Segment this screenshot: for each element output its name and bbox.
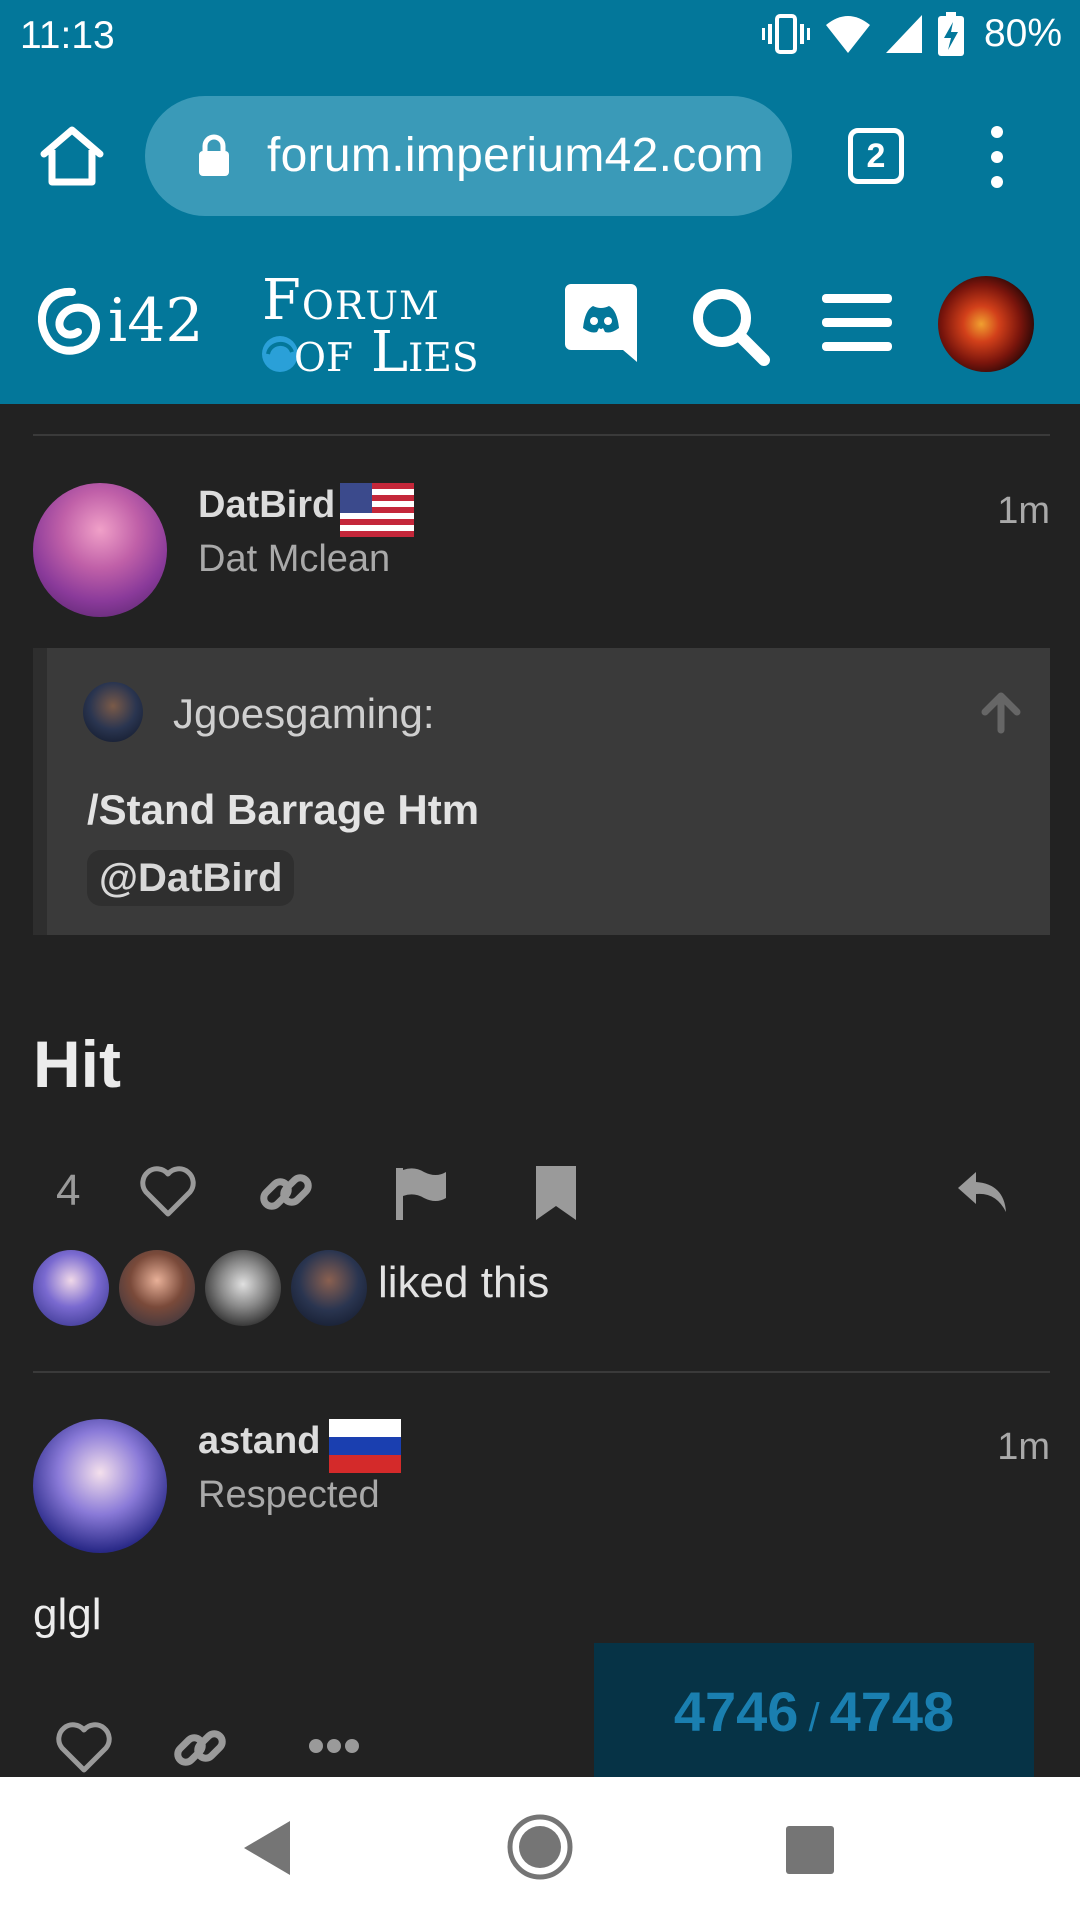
post-username[interactable]: DatBird: [198, 484, 335, 527]
wifi-icon: [825, 16, 870, 53]
i42-swirl-icon: [38, 287, 100, 355]
topic-progress[interactable]: 4746/4748: [594, 1643, 1034, 1777]
logo-line-2: of Lies: [294, 320, 479, 385]
post-divider: [33, 434, 1050, 436]
battery-level: 80%: [983, 12, 1062, 55]
post-body: Hit: [33, 1027, 121, 1101]
url-bar[interactable]: forum.imperium42.com: [145, 96, 792, 216]
quote-block: Jgoesgaming: /Stand Barrage Htm @DatBird: [33, 648, 1050, 935]
overflow-menu-icon[interactable]: [982, 124, 1012, 190]
vibrate-icon: [761, 14, 810, 54]
status-bar: 11:13 80%: [0, 0, 1080, 72]
tab-switcher-button[interactable]: 2: [848, 128, 904, 184]
post-author-avatar[interactable]: [33, 1419, 167, 1553]
system-nav-bar: [0, 1777, 1080, 1920]
ru-flag-icon: [329, 1419, 401, 1473]
heart-icon[interactable]: [140, 1166, 196, 1218]
bookmark-icon[interactable]: [536, 1166, 576, 1220]
home-icon[interactable]: [38, 122, 106, 190]
link-icon[interactable]: [172, 1720, 228, 1776]
quote-text: /Stand Barrage Htm: [87, 786, 480, 833]
menu-icon[interactable]: [822, 292, 892, 352]
quote-author-avatar: [83, 682, 143, 742]
discord-icon[interactable]: [565, 284, 637, 362]
progress-current: 4746: [673, 1680, 799, 1743]
quote-username: Jgoesgaming:: [173, 690, 435, 737]
search-icon[interactable]: [688, 284, 772, 368]
forum-of-lies-logo[interactable]: Forum of Lies: [258, 264, 493, 385]
i42-logo-text: i42: [108, 286, 204, 356]
lock-icon: [199, 134, 229, 176]
more-icon[interactable]: [308, 1736, 360, 1756]
post-username[interactable]: astand: [198, 1420, 320, 1463]
progress-text: 4746/4748: [594, 1679, 1034, 1744]
progress-separator: /: [808, 1696, 820, 1740]
post-author-avatar[interactable]: [33, 483, 167, 617]
recent-apps-icon[interactable]: [786, 1826, 834, 1874]
link-icon[interactable]: [258, 1164, 314, 1220]
post-user-title: Respected: [198, 1474, 380, 1516]
home-nav-icon[interactable]: [506, 1813, 574, 1881]
liker-avatar[interactable]: [119, 1250, 195, 1326]
forum-header: i42 Forum of Lies: [0, 240, 1080, 404]
status-icons: 80%: [761, 12, 1062, 56]
arrow-up-icon[interactable]: [979, 690, 1023, 734]
post-time[interactable]: 1m: [997, 1426, 1050, 1469]
liker-avatar[interactable]: [205, 1250, 281, 1326]
post-divider: [33, 1371, 1050, 1373]
heart-icon[interactable]: [56, 1722, 112, 1774]
progress-total: 4748: [829, 1680, 955, 1743]
post-user-title: Dat Mclean: [198, 538, 391, 580]
post-body: glgl: [33, 1590, 102, 1639]
reply-icon[interactable]: [954, 1168, 1010, 1216]
status-time: 11:13: [20, 14, 115, 57]
battery-charging-icon: [937, 12, 964, 56]
like-count[interactable]: 4: [56, 1166, 80, 1216]
browser-toolbar: forum.imperium42.com 2: [0, 72, 1080, 240]
us-flag-icon: [340, 483, 414, 537]
current-user-avatar[interactable]: [938, 276, 1034, 372]
flag-icon[interactable]: [394, 1166, 448, 1220]
post-time[interactable]: 1m: [997, 490, 1050, 533]
url-text[interactable]: forum.imperium42.com: [267, 128, 764, 183]
liker-avatar[interactable]: [291, 1250, 367, 1326]
back-icon[interactable]: [244, 1821, 290, 1875]
i42-logo[interactable]: i42: [32, 282, 222, 362]
liker-avatar[interactable]: [33, 1250, 109, 1326]
mention-link[interactable]: @DatBird: [87, 850, 295, 906]
cell-signal-icon: [885, 15, 922, 53]
liked-this-text: liked this: [378, 1258, 550, 1307]
